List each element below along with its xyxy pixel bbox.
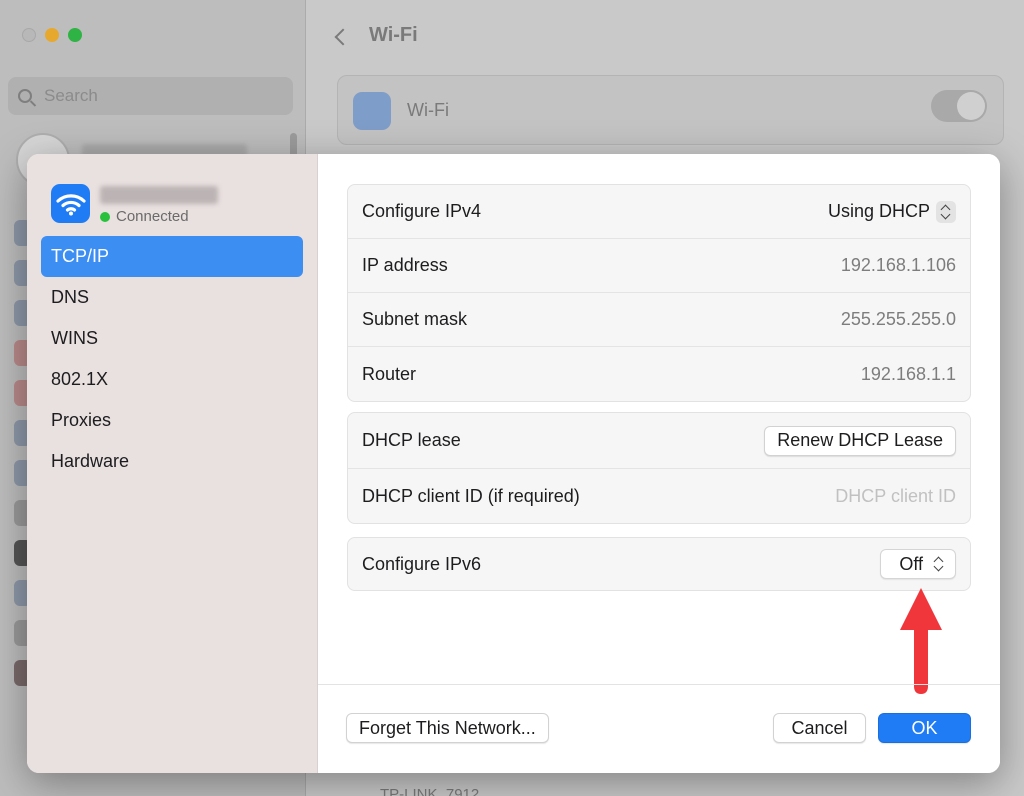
dhcp-lease-row: DHCP lease Renew DHCP Lease	[348, 413, 970, 469]
dhcp-card: DHCP lease Renew DHCP Lease DHCP client …	[347, 412, 971, 524]
subnet-mask-label: Subnet mask	[362, 309, 468, 329]
subnet-mask-row: Subnet mask 255.255.255.0	[348, 293, 970, 347]
background-header: Wi-Fi	[334, 24, 418, 47]
window-controls	[22, 28, 82, 42]
close-window-button[interactable]	[22, 28, 36, 42]
sidebar-item-8021x[interactable]: 802.1X	[41, 359, 303, 400]
zoom-window-button[interactable]	[68, 28, 82, 42]
ip-address-row: IP address 192.168.1.106	[348, 239, 970, 293]
configure-ipv6-row: Configure IPv6 Off	[348, 538, 970, 590]
footer-divider	[318, 684, 1000, 685]
ipv6-card: Configure IPv6 Off	[347, 537, 971, 591]
chevron-updown-icon	[936, 200, 956, 223]
ok-button[interactable]: OK	[878, 713, 971, 743]
wifi-icon	[51, 184, 90, 223]
sidebar-item-proxies[interactable]: Proxies	[41, 400, 303, 441]
router-row: Router 192.168.1.1	[348, 347, 970, 401]
network-name-redacted	[100, 186, 218, 204]
connection-status-text: Connected	[116, 208, 189, 225]
wifi-label: Wi-Fi	[407, 100, 449, 120]
wifi-icon	[353, 92, 391, 130]
search-icon	[18, 89, 32, 103]
configure-ipv4-popup[interactable]: Using DHCP	[827, 200, 956, 223]
dhcp-client-id-label: DHCP client ID (if required)	[362, 485, 580, 506]
network-header: Connected	[51, 184, 218, 225]
cancel-button[interactable]: Cancel	[773, 713, 866, 743]
configure-ipv6-label: Configure IPv6	[362, 553, 482, 574]
connection-status: Connected	[100, 208, 218, 225]
wifi-toggle[interactable]	[931, 90, 987, 122]
renew-dhcp-lease-button[interactable]: Renew DHCP Lease	[764, 425, 956, 456]
dialog-content: Configure IPv4 Using DHCP IP address 192…	[318, 154, 1000, 773]
search-field[interactable]: Search	[8, 77, 293, 115]
dhcp-client-id-input[interactable]: DHCP client ID	[835, 486, 956, 507]
configure-ipv4-value: Using DHCP	[827, 201, 930, 221]
ip-address-value: 192.168.1.106	[840, 255, 956, 275]
configure-ipv6-popup[interactable]: Off	[880, 549, 956, 579]
search-placeholder: Search	[44, 86, 98, 105]
dialog-sidebar-list: TCP/IP DNS WINS 802.1X Proxies Hardware	[41, 236, 303, 482]
ipv4-card: Configure IPv4 Using DHCP IP address 192…	[347, 184, 971, 402]
chevron-updown-icon	[929, 553, 949, 575]
dhcp-client-id-row: DHCP client ID (if required) DHCP client…	[348, 469, 970, 523]
network-info: Connected	[100, 184, 218, 225]
sidebar-item-tcpip[interactable]: TCP/IP	[41, 236, 303, 277]
dhcp-lease-label: DHCP lease	[362, 430, 461, 450]
back-chevron-icon[interactable]	[334, 28, 352, 45]
network-list-item[interactable]: TP-LINK_7912	[380, 786, 479, 796]
annotation-arrow-icon	[900, 588, 942, 694]
wifi-toggle-card: Wi-Fi	[337, 75, 1004, 145]
subnet-mask-value: 255.255.255.0	[840, 309, 956, 329]
minimize-window-button[interactable]	[45, 28, 59, 42]
forget-network-button[interactable]: Forget This Network...	[346, 713, 549, 743]
configure-ipv4-label: Configure IPv4	[362, 201, 482, 221]
router-value: 192.168.1.1	[860, 363, 956, 384]
connected-status-dot-icon	[100, 211, 110, 222]
router-label: Router	[362, 363, 417, 384]
dialog-sidebar: Connected TCP/IP DNS WINS 802.1X Proxies…	[27, 154, 318, 773]
configure-ipv4-row: Configure IPv4 Using DHCP	[348, 185, 970, 239]
sidebar-item-wins[interactable]: WINS	[41, 318, 303, 359]
page-title: Wi-Fi	[369, 24, 418, 46]
configure-ipv6-value: Off	[899, 553, 923, 574]
sidebar-item-hardware[interactable]: Hardware	[41, 441, 303, 482]
network-details-dialog: Connected TCP/IP DNS WINS 802.1X Proxies…	[27, 154, 1000, 773]
ip-address-label: IP address	[362, 255, 448, 275]
sidebar-item-dns[interactable]: DNS	[41, 277, 303, 318]
